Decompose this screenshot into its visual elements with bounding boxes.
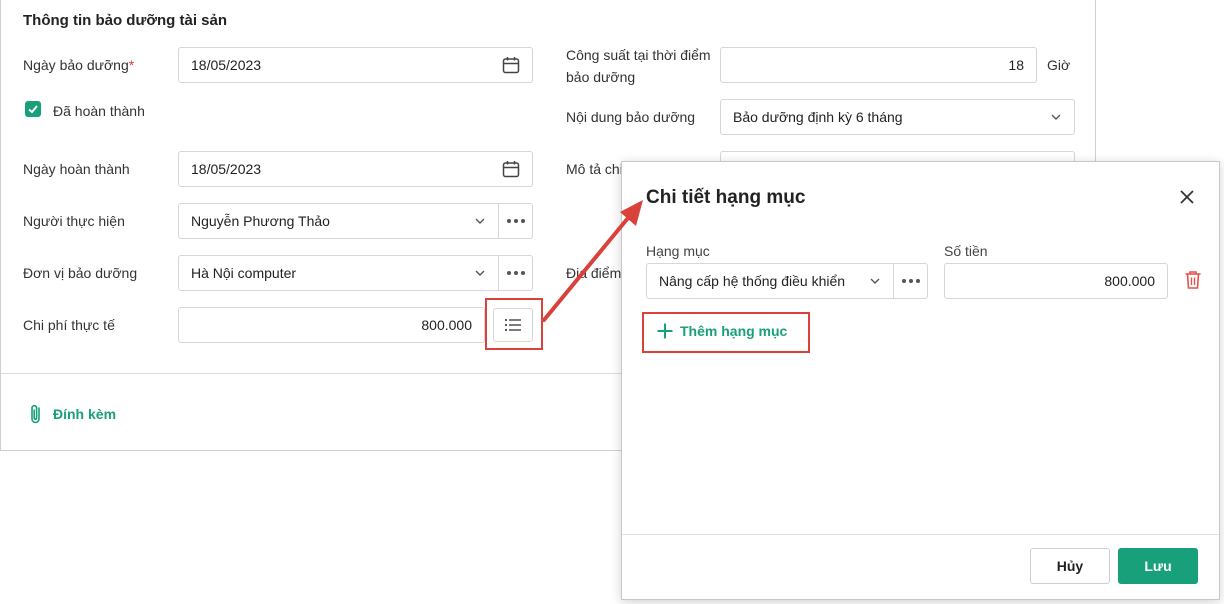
chevron-down-icon bbox=[475, 270, 485, 276]
calendar-icon[interactable] bbox=[502, 160, 520, 178]
completion-date-value: 18/05/2023 bbox=[191, 161, 262, 177]
dialog-footer-divider bbox=[622, 534, 1219, 535]
completion-date-label: Ngày hoàn thành bbox=[23, 161, 130, 177]
capacity-value: 18 bbox=[1008, 57, 1024, 73]
unit-label: Đơn vị bảo dưỡng bbox=[23, 265, 138, 281]
highlight-box bbox=[485, 298, 543, 350]
completed-label: Đã hoàn thành bbox=[53, 103, 145, 119]
form-title: Thông tin bảo dưỡng tài sản bbox=[23, 12, 228, 29]
amount-field[interactable]: 800.000 bbox=[944, 263, 1168, 299]
maintenance-date-field[interactable]: 18/05/2023 bbox=[178, 47, 533, 83]
chevron-down-icon bbox=[870, 278, 880, 284]
description-label: Mô tả chi bbox=[566, 161, 623, 177]
amount-column-label: Số tiền bbox=[944, 243, 988, 259]
save-button[interactable]: Lưu bbox=[1118, 548, 1198, 584]
capacity-label: Công suất tại thời điểm bảo dưỡng bbox=[566, 47, 711, 85]
performer-more-button[interactable] bbox=[499, 203, 533, 239]
capacity-field[interactable]: 18 bbox=[720, 47, 1037, 83]
content-value: Bảo dưỡng định kỳ 6 tháng bbox=[733, 109, 903, 125]
chevron-down-icon bbox=[475, 218, 485, 224]
more-dots-icon bbox=[506, 271, 525, 275]
item-select[interactable]: Nâng cấp hệ thống điều khiển bbox=[646, 263, 894, 299]
maintenance-date-value: 18/05/2023 bbox=[191, 57, 262, 73]
cost-field[interactable]: 800.000 bbox=[178, 307, 485, 343]
check-icon bbox=[28, 105, 38, 114]
cost-label: Chi phí thực tế bbox=[23, 317, 115, 333]
more-dots-icon bbox=[506, 219, 525, 223]
more-dots-icon bbox=[901, 279, 920, 283]
maintenance-date-label: Ngày bảo dưỡng* bbox=[23, 57, 135, 73]
item-more-button[interactable] bbox=[894, 263, 928, 299]
trash-icon[interactable] bbox=[1184, 270, 1202, 290]
attach-link[interactable]: Đính kèm bbox=[29, 403, 116, 425]
unit-select[interactable]: Hà Nội computer bbox=[178, 255, 499, 291]
item-detail-dialog: Chi tiết hạng mục Hạng mục Số tiền Nâng … bbox=[621, 161, 1220, 600]
amount-value: 800.000 bbox=[1104, 273, 1155, 289]
content-select[interactable]: Bảo dưỡng định kỳ 6 tháng bbox=[720, 99, 1075, 135]
item-column-label: Hạng mục bbox=[646, 243, 710, 259]
close-icon[interactable] bbox=[1178, 188, 1196, 206]
unit-value: Hà Nội computer bbox=[191, 265, 297, 281]
cancel-button[interactable]: Hủy bbox=[1030, 548, 1110, 584]
completed-checkbox[interactable] bbox=[25, 101, 41, 117]
chevron-down-icon bbox=[1051, 114, 1061, 120]
performer-label: Người thực hiện bbox=[23, 213, 125, 229]
highlight-box bbox=[642, 312, 810, 353]
item-value: Nâng cấp hệ thống điều khiển bbox=[659, 273, 846, 289]
performer-value: Nguyễn Phương Thảo bbox=[191, 213, 330, 229]
performer-select[interactable]: Nguyễn Phương Thảo bbox=[178, 203, 499, 239]
capacity-unit: Giờ bbox=[1047, 57, 1071, 73]
calendar-icon[interactable] bbox=[502, 56, 520, 74]
cost-value: 800.000 bbox=[421, 317, 472, 333]
attach-label: Đính kèm bbox=[53, 406, 117, 422]
completion-date-field[interactable]: 18/05/2023 bbox=[178, 151, 533, 187]
dialog-title: Chi tiết hạng mục bbox=[646, 187, 806, 208]
unit-more-button[interactable] bbox=[499, 255, 533, 291]
paperclip-icon bbox=[31, 404, 40, 424]
content-label: Nội dung bảo dưỡng bbox=[566, 109, 696, 125]
